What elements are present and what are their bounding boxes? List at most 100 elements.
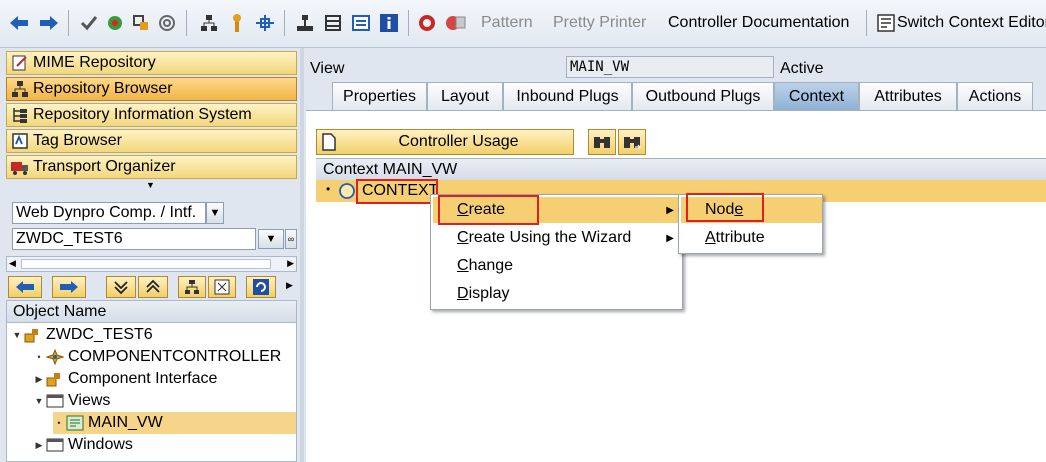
display-button[interactable]: ∞ [285, 229, 297, 249]
tab-inbound-plugs[interactable]: Inbound Plugs [503, 82, 632, 110]
tree-node-componentcontroller-label: COMPONENTCONTROLLER [68, 348, 282, 365]
next-object-button[interactable] [52, 276, 86, 298]
binoculars-next-button[interactable] [618, 129, 646, 155]
annotation-highlight-create [438, 195, 539, 225]
collapsed-arrow-icon[interactable]: ▶ [33, 440, 45, 451]
tree-node-views-label: Views [68, 392, 111, 409]
mime-repository-button[interactable]: MIME Repository [6, 51, 297, 75]
tree-node-component[interactable]: ▼ ZWDC_TEST6 [11, 324, 294, 346]
pin-icon[interactable] [226, 12, 248, 34]
tree-node-windows[interactable]: ▶ Windows [33, 434, 294, 456]
menu-item-change[interactable]: Change [433, 253, 682, 279]
test-icon[interactable] [156, 12, 178, 34]
glasses-icon: ∞ [287, 234, 295, 244]
tab-context[interactable]: Context [774, 82, 859, 110]
expanded-arrow-icon[interactable]: ▼ [11, 330, 23, 340]
document-icon [322, 133, 344, 151]
filter-button[interactable] [208, 276, 236, 298]
toolbar-separator [186, 10, 187, 36]
pane-splitter[interactable] [300, 48, 304, 462]
where-used-icon[interactable] [130, 12, 152, 34]
binoculars-icon [594, 137, 610, 148]
more-tools-icon[interactable]: ▶ [286, 280, 293, 291]
collapse-button[interactable] [138, 276, 168, 298]
menu-display-label: isplay [468, 285, 510, 302]
pattern-button[interactable]: Pattern [481, 14, 533, 32]
tag-browser-icon [10, 132, 30, 150]
context-header: Context MAIN_VW [316, 158, 1046, 180]
filter-icon [214, 279, 230, 295]
expand-button[interactable] [106, 276, 136, 298]
tree-node-main-vw[interactable]: • MAIN_VW [53, 412, 296, 434]
transport-organizer-button[interactable]: Transport Organizer [6, 155, 297, 179]
tag-browser-label: Tag Browser [33, 132, 122, 149]
collapse-icon [146, 279, 160, 293]
repository-browser-icon [10, 80, 30, 98]
tree-node-views[interactable]: ▼ Views [33, 390, 294, 412]
back-arrow-icon[interactable] [8, 12, 30, 34]
window-icon[interactable] [350, 12, 372, 34]
repository-browser-label: Repository Browser [33, 80, 173, 97]
tree-node-component-interface-label: Component Interface [68, 370, 218, 387]
menu-item-attribute[interactable]: Attribute [681, 225, 822, 251]
tab-outbound-plugs[interactable]: Outbound Plugs [632, 82, 774, 110]
application-toolbar: Pattern Pretty Printer Controller Docume… [0, 0, 1046, 48]
context-editor-icon[interactable] [875, 12, 897, 34]
tree-node-component-label: ZWDC_TEST6 [46, 326, 153, 343]
forward-arrow-icon[interactable] [38, 12, 60, 34]
pretty-printer-button[interactable]: Pretty Printer [553, 14, 646, 32]
component-icon [23, 326, 43, 344]
object-tree: Object Name ▼ ZWDC_TEST6 • COMPONENTCONT… [6, 300, 297, 462]
tab-attributes[interactable]: Attributes [859, 82, 957, 110]
menu-item-display[interactable]: Display [433, 281, 682, 307]
repository-info-system-button[interactable]: Repository Information System [6, 103, 297, 127]
hierarchy-button[interactable] [178, 276, 206, 298]
menu-item-create-using-wizard[interactable]: Create Using the Wizard ▶ [433, 225, 682, 251]
left-pane-scrollbar[interactable]: ◀ ▶ [6, 256, 297, 272]
leaf-dot-icon: • [57, 418, 61, 428]
navigation-icon[interactable] [254, 12, 276, 34]
activate-icon[interactable] [104, 12, 126, 34]
switch-context-editor-button[interactable]: Switch Context Editor [897, 14, 1046, 32]
breakpoint-icon[interactable] [416, 12, 438, 34]
session-breakpoint-icon[interactable] [444, 12, 466, 34]
check-syntax-icon[interactable] [78, 12, 100, 34]
scroll-left-icon[interactable]: ◀ [9, 258, 16, 269]
leaf-dot-icon: • [326, 182, 331, 196]
collapsed-arrow-icon[interactable]: ▶ [33, 374, 45, 385]
tree-node-component-interface[interactable]: ▶ Component Interface [33, 368, 294, 390]
binoculars-button[interactable] [588, 129, 616, 155]
tree-node-componentcontroller[interactable]: • COMPONENTCONTROLLER [33, 346, 294, 368]
scroll-thumb[interactable] [21, 259, 271, 269]
collapse-arrow-icon[interactable]: ▼ [146, 180, 155, 190]
expanded-arrow-icon[interactable]: ▼ [33, 396, 45, 406]
info-icon[interactable] [378, 12, 400, 34]
object-name-input[interactable]: ZWDC_TEST6 [12, 228, 256, 250]
repository-info-system-icon [10, 106, 30, 124]
mime-repository-label: MIME Repository [33, 54, 156, 71]
refresh-button[interactable] [246, 276, 276, 298]
repository-browser-button[interactable]: Repository Browser [6, 77, 297, 101]
windows-icon [45, 436, 65, 454]
toolbar-separator [68, 10, 69, 36]
object-type-select[interactable]: Web Dynpro Comp. / Intf. [12, 202, 206, 224]
tab-layout[interactable]: Layout [427, 82, 503, 110]
previous-object-button[interactable] [8, 276, 42, 298]
tag-browser-button[interactable]: Tag Browser [6, 129, 297, 153]
object-list-icon[interactable] [294, 12, 316, 34]
object-type-dropdown-button[interactable]: ▼ [206, 202, 224, 224]
tab-properties[interactable]: Properties [332, 82, 427, 110]
controller-documentation-button[interactable]: Controller Documentation [668, 14, 849, 32]
tab-actions[interactable]: Actions [957, 82, 1033, 110]
display-object-list-icon[interactable] [322, 12, 344, 34]
right-arrow-icon [60, 281, 78, 293]
scroll-right-icon[interactable]: ▶ [287, 258, 294, 269]
object-name-dropdown-button[interactable]: ▼ [258, 229, 284, 249]
tree-header-object-name: Object Name [7, 301, 296, 323]
hierarchy-icon[interactable] [198, 12, 220, 34]
controller-usage-button[interactable]: Controller Usage [316, 129, 574, 155]
menu-change-label: hange [468, 257, 514, 274]
annotation-highlight-node [686, 193, 764, 222]
menu-change-mnemonic: C [457, 257, 469, 274]
toolbar-separator [284, 10, 285, 36]
